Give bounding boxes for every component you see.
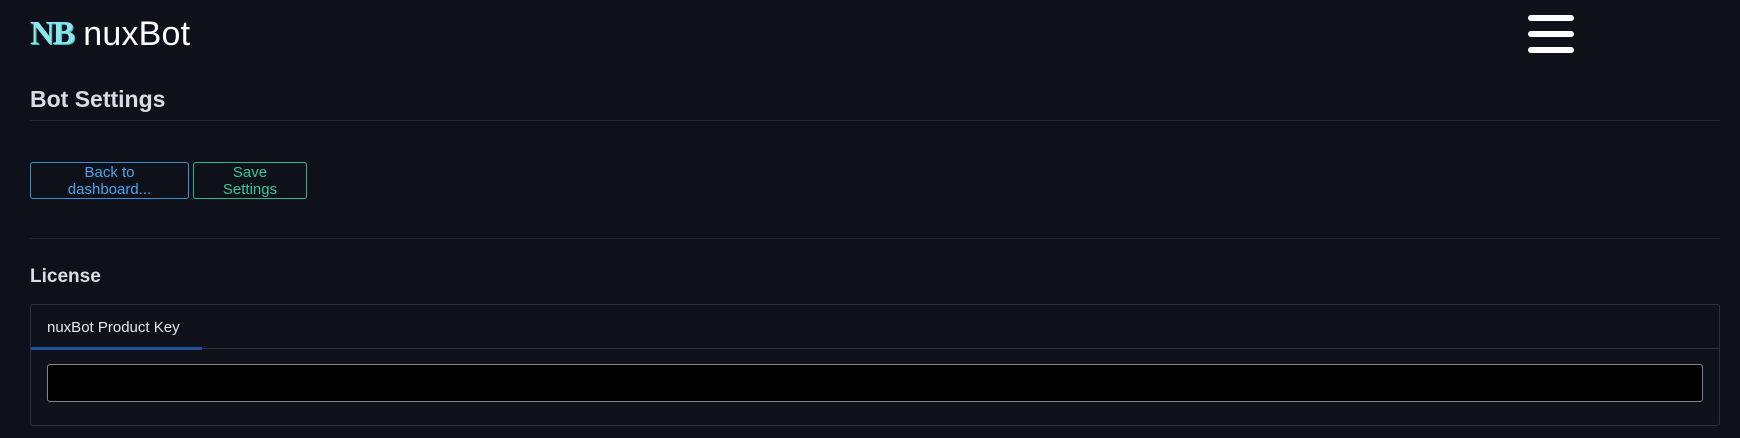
- logo[interactable]: NB: [30, 17, 75, 51]
- tab-label: nuxBot Product Key: [47, 318, 180, 336]
- menu-bar: [1528, 15, 1574, 21]
- license-tab-bar: nuxBot Product Key: [31, 305, 1719, 350]
- menu-bar: [1528, 47, 1574, 53]
- product-key-input[interactable]: [47, 364, 1703, 402]
- back-to-dashboard-button[interactable]: Back to dashboard...: [30, 162, 189, 199]
- page-title: Bot Settings: [30, 86, 166, 112]
- active-tab-indicator: [31, 347, 202, 350]
- tab-product-key[interactable]: nuxBot Product Key: [31, 305, 202, 350]
- app-header: NB nuxBot: [30, 12, 190, 56]
- settings-page: NB nuxBot Bot Settings Back to dashboard…: [0, 0, 1740, 438]
- divider: [30, 120, 1720, 121]
- license-section-title: License: [30, 266, 101, 287]
- brand-name[interactable]: nuxBot: [83, 17, 190, 51]
- divider: [30, 238, 1720, 239]
- hamburger-menu-icon[interactable]: [1528, 15, 1574, 55]
- license-card: nuxBot Product Key: [30, 304, 1720, 426]
- menu-bar: [1528, 31, 1574, 37]
- save-settings-button[interactable]: Save Settings: [193, 162, 307, 199]
